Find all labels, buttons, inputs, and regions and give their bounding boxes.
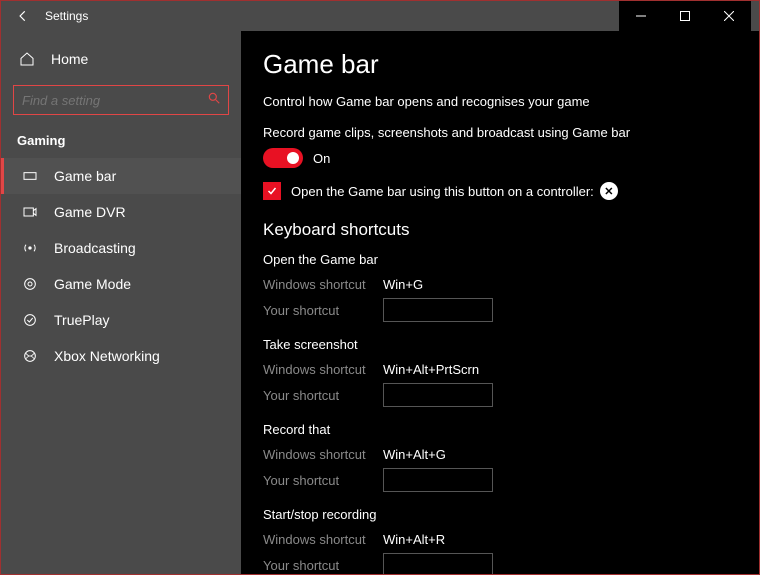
sidebar-item-label: TruePlay bbox=[54, 312, 110, 328]
home-icon bbox=[17, 49, 37, 69]
back-button[interactable] bbox=[9, 2, 37, 30]
windows-shortcut-value: Win+Alt+G bbox=[383, 447, 446, 462]
sidebar-item-label: Broadcasting bbox=[54, 240, 136, 256]
gamebar-icon bbox=[20, 166, 40, 186]
sidebar: Home Gaming Game bar Game DVR bbox=[1, 31, 241, 574]
shortcut-start-stop-recording: Start/stop recording Windows shortcut Wi… bbox=[263, 507, 739, 574]
toggle-state-text: On bbox=[313, 151, 330, 166]
your-shortcut-input[interactable] bbox=[383, 383, 493, 407]
search-input[interactable] bbox=[13, 85, 229, 115]
sidebar-item-label: Game bar bbox=[54, 168, 116, 184]
your-shortcut-label: Your shortcut bbox=[263, 473, 383, 488]
sidebar-item-game-dvr[interactable]: Game DVR bbox=[1, 194, 241, 230]
window-title: Settings bbox=[45, 9, 88, 23]
shortcut-record-that: Record that Windows shortcut Win+Alt+G Y… bbox=[263, 422, 739, 493]
windows-shortcut-label: Windows shortcut bbox=[263, 532, 383, 547]
titlebar: Settings bbox=[1, 1, 759, 31]
windows-shortcut-label: Windows shortcut bbox=[263, 447, 383, 462]
sidebar-item-label: Game Mode bbox=[54, 276, 131, 292]
sidebar-item-game-mode[interactable]: Game Mode bbox=[1, 266, 241, 302]
sidebar-item-trueplay[interactable]: TruePlay bbox=[1, 302, 241, 338]
windows-shortcut-label: Windows shortcut bbox=[263, 277, 383, 292]
sidebar-item-game-bar[interactable]: Game bar bbox=[1, 158, 241, 194]
page-subtitle: Control how Game bar opens and recognise… bbox=[263, 94, 739, 109]
shortcut-take-screenshot: Take screenshot Windows shortcut Win+Alt… bbox=[263, 337, 739, 408]
shortcut-title: Open the Game bar bbox=[263, 252, 739, 267]
gamedvr-icon bbox=[20, 202, 40, 222]
sidebar-section-title: Gaming bbox=[1, 127, 241, 158]
record-toggle[interactable] bbox=[263, 148, 303, 168]
windows-shortcut-label: Windows shortcut bbox=[263, 362, 383, 377]
your-shortcut-input[interactable] bbox=[383, 553, 493, 574]
sidebar-item-broadcasting[interactable]: Broadcasting bbox=[1, 230, 241, 266]
shortcut-title: Record that bbox=[263, 422, 739, 437]
windows-shortcut-value: Win+Alt+PrtScrn bbox=[383, 362, 479, 377]
windows-shortcut-value: Win+Alt+R bbox=[383, 532, 445, 547]
sidebar-item-label: Xbox Networking bbox=[54, 348, 160, 364]
record-toggle-label: Record game clips, screenshots and broad… bbox=[263, 125, 739, 140]
close-button[interactable] bbox=[707, 1, 751, 31]
your-shortcut-label: Your shortcut bbox=[263, 303, 383, 318]
broadcasting-icon bbox=[20, 238, 40, 258]
your-shortcut-input[interactable] bbox=[383, 298, 493, 322]
shortcut-open-gamebar: Open the Game bar Windows shortcut Win+G… bbox=[263, 252, 739, 323]
trueplay-icon bbox=[20, 310, 40, 330]
sidebar-home-label: Home bbox=[51, 51, 88, 67]
gamemode-icon bbox=[20, 274, 40, 294]
your-shortcut-label: Your shortcut bbox=[263, 558, 383, 573]
controller-checkbox-label: Open the Game bar using this button on a… bbox=[291, 184, 594, 199]
minimize-button[interactable] bbox=[619, 1, 663, 31]
xbox-icon: ✕ bbox=[600, 182, 618, 200]
sidebar-item-label: Game DVR bbox=[54, 204, 126, 220]
shortcut-title: Start/stop recording bbox=[263, 507, 739, 522]
maximize-button[interactable] bbox=[663, 1, 707, 31]
windows-shortcut-value: Win+G bbox=[383, 277, 423, 292]
your-shortcut-label: Your shortcut bbox=[263, 388, 383, 403]
sidebar-home[interactable]: Home bbox=[1, 41, 241, 77]
xbox-networking-icon bbox=[20, 346, 40, 366]
shortcut-title: Take screenshot bbox=[263, 337, 739, 352]
shortcuts-heading: Keyboard shortcuts bbox=[263, 220, 739, 240]
page-title: Game bar bbox=[263, 49, 739, 80]
sidebar-item-xbox-networking[interactable]: Xbox Networking bbox=[1, 338, 241, 374]
your-shortcut-input[interactable] bbox=[383, 468, 493, 492]
controller-checkbox[interactable] bbox=[263, 182, 281, 200]
main-content: Game bar Control how Game bar opens and … bbox=[241, 31, 759, 574]
